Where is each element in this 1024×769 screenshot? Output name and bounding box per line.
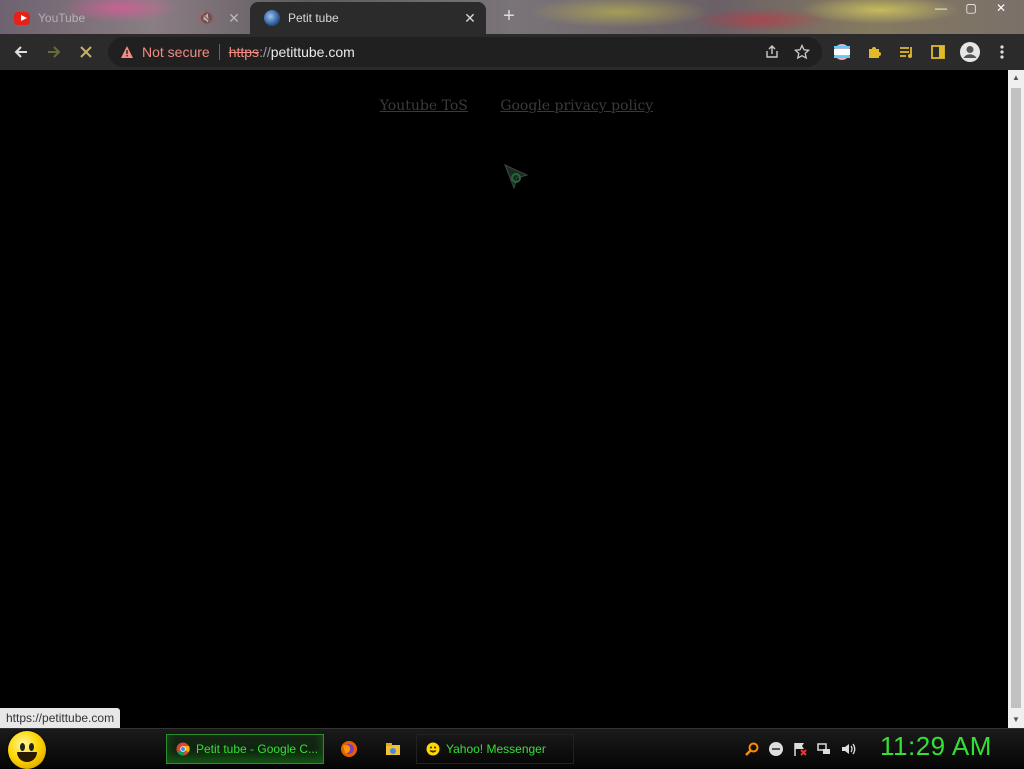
arrow-right-icon[interactable] <box>42 40 66 64</box>
scroll-up-icon[interactable]: ▲ <box>1008 70 1024 86</box>
search-icon[interactable] <box>744 741 760 757</box>
menu-dots-icon[interactable] <box>990 40 1014 64</box>
file-explorer-icon <box>386 743 400 755</box>
url-slashes: :// <box>259 44 271 60</box>
taskbar-item-file-explorer[interactable] <box>384 734 404 764</box>
petittube-globe-icon <box>264 10 280 26</box>
chrome-icon <box>176 742 190 756</box>
scroll-down-icon[interactable]: ▼ <box>1008 712 1024 728</box>
arrow-left-icon[interactable] <box>9 40 33 64</box>
close-tab-icon[interactable]: ✕ <box>224 10 244 27</box>
youtube-icon <box>14 11 30 25</box>
address-bar[interactable]: Not secure https://petittube.com <box>108 37 822 67</box>
share-icon[interactable] <box>764 44 780 60</box>
scrollbar-thumb[interactable] <box>1011 88 1021 708</box>
security-label[interactable]: Not secure <box>142 44 210 60</box>
network-icon[interactable] <box>816 741 832 757</box>
busy-cursor-icon <box>504 164 529 190</box>
google-privacy-policy-link[interactable]: Google privacy policy <box>500 98 653 114</box>
yahoo-smiley-icon <box>426 742 440 756</box>
smiley-eye <box>20 743 25 751</box>
browser-toolbar: Not secure https://petittube.com <box>0 34 1024 70</box>
taskbar-item-chrome[interactable]: Petit tube - Google C... <box>166 734 324 764</box>
url-host: petittube.com <box>270 44 355 60</box>
vertical-scrollbar[interactable]: ▲ ▼ <box>1008 70 1024 728</box>
close-window-icon[interactable]: ✕ <box>986 0 1016 16</box>
speaker-muted-icon[interactable]: 🔇 <box>199 11 214 25</box>
taskbar-item-yahoo-messenger[interactable]: Yahoo! Messenger <box>416 734 574 764</box>
profile-flag-icon[interactable] <box>830 40 854 64</box>
system-tray <box>744 741 856 757</box>
status-bubble: https://petittube.com <box>0 708 121 728</box>
firefox-icon <box>341 741 357 757</box>
tab-strip: YouTube 🔇 ✕ Petit tube ✕ + — ▢ ✕ <box>0 0 1024 34</box>
taskbar-item-label: Yahoo! Messenger <box>446 742 546 756</box>
tab-petit-tube[interactable]: Petit tube ✕ <box>250 2 486 34</box>
volume-icon[interactable] <box>840 741 856 757</box>
minimize-icon[interactable]: — <box>926 0 956 16</box>
divider <box>218 44 220 60</box>
tab-youtube[interactable]: YouTube 🔇 ✕ <box>0 2 250 34</box>
taskbar-item-firefox[interactable] <box>340 734 360 764</box>
side-panel-icon[interactable] <box>926 40 950 64</box>
account-icon[interactable] <box>958 40 982 64</box>
action-center-flag-icon[interactable] <box>792 741 808 757</box>
stop-loading-icon[interactable] <box>74 40 98 64</box>
url-scheme: https <box>228 44 260 60</box>
messenger-status-icon[interactable] <box>768 741 784 757</box>
taskbar-item-label: Petit tube - Google C... <box>196 742 319 756</box>
media-queue-icon[interactable] <box>894 40 918 64</box>
taskbar-clock[interactable]: 11:29 AM <box>880 731 992 762</box>
maximize-icon[interactable]: ▢ <box>956 0 986 16</box>
start-button[interactable] <box>8 731 46 769</box>
footer-links: Youtube ToS Google privacy policy <box>0 98 1024 114</box>
window-controls: — ▢ ✕ <box>926 0 1016 16</box>
new-tab-button[interactable]: + <box>498 6 520 28</box>
close-tab-icon[interactable]: ✕ <box>460 10 480 27</box>
tab-title: Petit tube <box>288 11 339 25</box>
tab-title: YouTube <box>38 11 86 25</box>
smiley-mouth <box>17 752 37 762</box>
puzzle-icon[interactable] <box>862 40 886 64</box>
page-content: Youtube ToS Google privacy policy <box>0 70 1008 728</box>
smiley-eye <box>29 743 34 751</box>
youtube-tos-link[interactable]: Youtube ToS <box>380 98 468 114</box>
taskbar: Petit tube - Google C... Yahoo! Messenge… <box>0 728 1024 769</box>
star-icon[interactable] <box>794 44 810 60</box>
warning-icon[interactable] <box>120 45 134 59</box>
